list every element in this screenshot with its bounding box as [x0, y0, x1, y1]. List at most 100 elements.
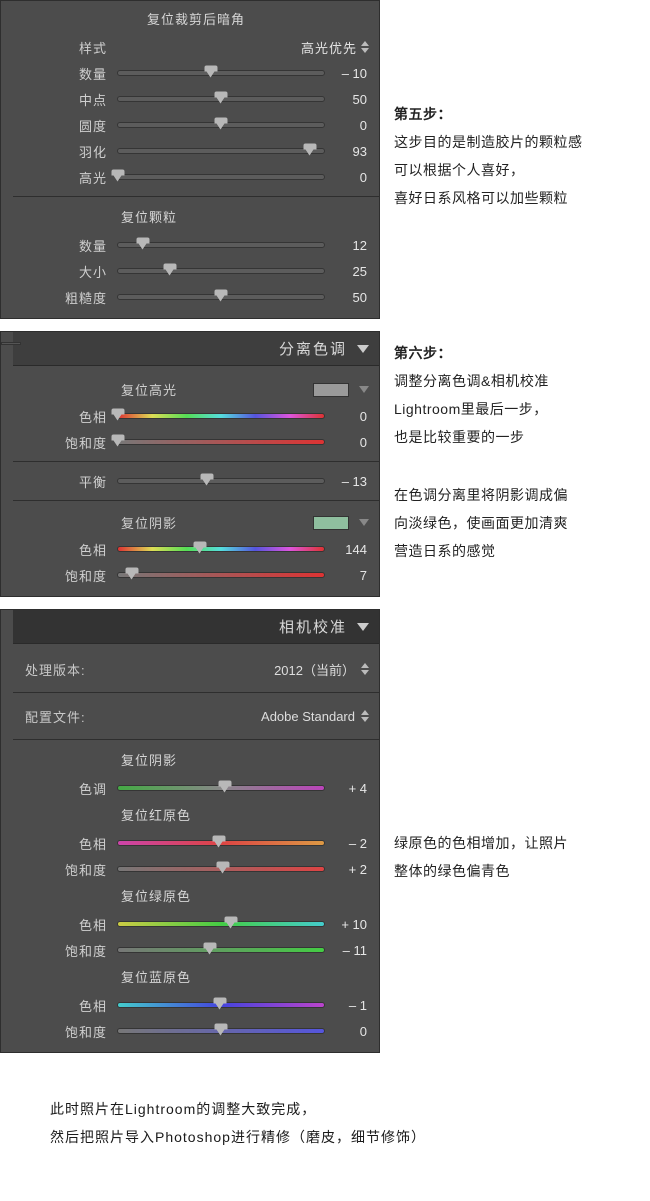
updown-icon: [361, 663, 371, 675]
chevron-down-icon: [359, 519, 369, 526]
slider-highlights[interactable]: 高光 0: [21, 164, 371, 190]
slider-thumb[interactable]: [212, 838, 225, 848]
slider-grain-amount[interactable]: 数量 12: [21, 232, 371, 258]
slider-label: 数量: [21, 236, 117, 255]
slider-track[interactable]: [117, 439, 325, 445]
slider-value: 50: [325, 92, 371, 107]
slider-thumb[interactable]: [225, 919, 238, 929]
slider-sh-sat[interactable]: 饱和度 7: [21, 562, 371, 588]
step6-line: 调整分离色调&相机校准: [394, 367, 568, 395]
slider-thumb[interactable]: [215, 94, 228, 104]
slider-label: 数量: [21, 64, 117, 83]
slider-thumb[interactable]: [215, 292, 228, 302]
slider-roundness[interactable]: 圆度 0: [21, 112, 371, 138]
slider-label: 圆度: [21, 116, 117, 135]
slider-value: 50: [325, 290, 371, 305]
slider-thumb[interactable]: [213, 1000, 226, 1010]
slider-green-sat[interactable]: 饱和度 – 11: [21, 937, 371, 963]
slider-thumb[interactable]: [112, 172, 125, 182]
slider-red-sat[interactable]: 饱和度 + 2: [21, 856, 371, 882]
slider-track[interactable]: [117, 1002, 325, 1008]
slider-track[interactable]: [117, 921, 325, 927]
slider-thumb[interactable]: [194, 544, 207, 554]
slider-value: 0: [325, 409, 371, 424]
slider-thumb[interactable]: [136, 240, 149, 250]
slider-value: + 4: [325, 781, 371, 796]
slider-thumb[interactable]: [217, 864, 230, 874]
slider-sh-hue[interactable]: 色相 144: [21, 536, 371, 562]
slider-value: 25: [325, 264, 371, 279]
slider-track[interactable]: [117, 413, 325, 419]
slider-midpoint[interactable]: 中点 50: [21, 86, 371, 112]
slider-blue-hue[interactable]: 色相 – 1: [21, 992, 371, 1018]
slider-value: – 1: [325, 998, 371, 1013]
slider-thumb[interactable]: [204, 68, 217, 78]
slider-track[interactable]: [117, 947, 325, 953]
slider-track[interactable]: [117, 122, 325, 128]
slider-track[interactable]: [117, 785, 325, 791]
slider-balance[interactable]: 平衡 – 13: [21, 468, 371, 494]
panel-title: 相机校准: [279, 616, 347, 637]
updown-icon: [361, 41, 371, 53]
slider-track[interactable]: [117, 294, 325, 300]
highlights-subheader: 复位高光: [21, 374, 371, 403]
note-line: 向淡绿色，使画面更加清爽: [394, 509, 568, 537]
slider-blue-sat[interactable]: 饱和度 0: [21, 1018, 371, 1044]
slider-thumb[interactable]: [203, 945, 216, 955]
slider-amount[interactable]: 数量 – 10: [21, 60, 371, 86]
step5-annotation: 第五步： 这步目的是制造胶片的颗粒感 可以根据个人喜好， 喜好日系风格可以加些颗…: [394, 100, 583, 212]
slider-label: 色相: [21, 834, 117, 853]
cal-shadows-title: 复位阴影: [21, 746, 371, 775]
slider-track[interactable]: [117, 478, 325, 484]
slider-thumb[interactable]: [163, 266, 176, 276]
slider-hi-hue[interactable]: 色相 0: [21, 403, 371, 429]
slider-hi-sat[interactable]: 饱和度 0: [21, 429, 371, 455]
slider-track[interactable]: [117, 546, 325, 552]
camera-calibration-header[interactable]: 相机校准: [13, 610, 379, 644]
panel-title: 分离色调: [279, 338, 347, 359]
slider-thumb[interactable]: [215, 1026, 228, 1036]
shadows-swatch[interactable]: [313, 516, 349, 530]
slider-label: 饱和度: [21, 1022, 117, 1041]
updown-icon: [361, 710, 371, 722]
slider-track[interactable]: [117, 840, 325, 846]
disclosure-icon: [357, 345, 369, 353]
profile-row[interactable]: 配置文件: Adobe Standard: [21, 699, 371, 733]
slider-track[interactable]: [117, 96, 325, 102]
slider-thumb[interactable]: [112, 411, 125, 421]
slider-value: 12: [325, 238, 371, 253]
slider-shadow-tint[interactable]: 色调 + 4: [21, 775, 371, 801]
slider-track[interactable]: [117, 866, 325, 872]
slider-label: 大小: [21, 262, 117, 281]
slider-thumb[interactable]: [215, 120, 228, 130]
slider-feather[interactable]: 羽化 93: [21, 138, 371, 164]
slider-value: 0: [325, 170, 371, 185]
step6-line: Lightroom里最后一步，: [394, 395, 568, 423]
slider-green-hue[interactable]: 色相 + 10: [21, 911, 371, 937]
slider-track[interactable]: [117, 174, 325, 180]
process-label: 处理版本:: [21, 660, 117, 679]
note-line: 营造日系的感觉: [394, 537, 568, 565]
slider-track[interactable]: [117, 572, 325, 578]
slider-thumb[interactable]: [303, 146, 316, 156]
slider-track[interactable]: [117, 242, 325, 248]
slider-thumb[interactable]: [112, 437, 125, 447]
slider-label: 中点: [21, 90, 117, 109]
process-version-row[interactable]: 处理版本: 2012（当前）: [21, 652, 371, 686]
slider-track[interactable]: [117, 70, 325, 76]
slider-thumb[interactable]: [200, 476, 213, 486]
slider-label: 色相: [21, 540, 117, 559]
slider-label: 粗糙度: [21, 288, 117, 307]
slider-red-hue[interactable]: 色相 – 2: [21, 830, 371, 856]
vignette-style-row[interactable]: 样式 高光优先: [21, 34, 371, 60]
slider-grain-roughness[interactable]: 粗糙度 50: [21, 284, 371, 310]
slider-grain-size[interactable]: 大小 25: [21, 258, 371, 284]
slider-thumb[interactable]: [219, 783, 232, 793]
slider-track[interactable]: [117, 268, 325, 274]
slider-track[interactable]: [117, 148, 325, 154]
split-toning-header[interactable]: 分离色调: [13, 332, 379, 366]
slider-thumb[interactable]: [126, 570, 139, 580]
chevron-down-icon: [359, 386, 369, 393]
highlights-swatch[interactable]: [313, 383, 349, 397]
slider-track[interactable]: [117, 1028, 325, 1034]
